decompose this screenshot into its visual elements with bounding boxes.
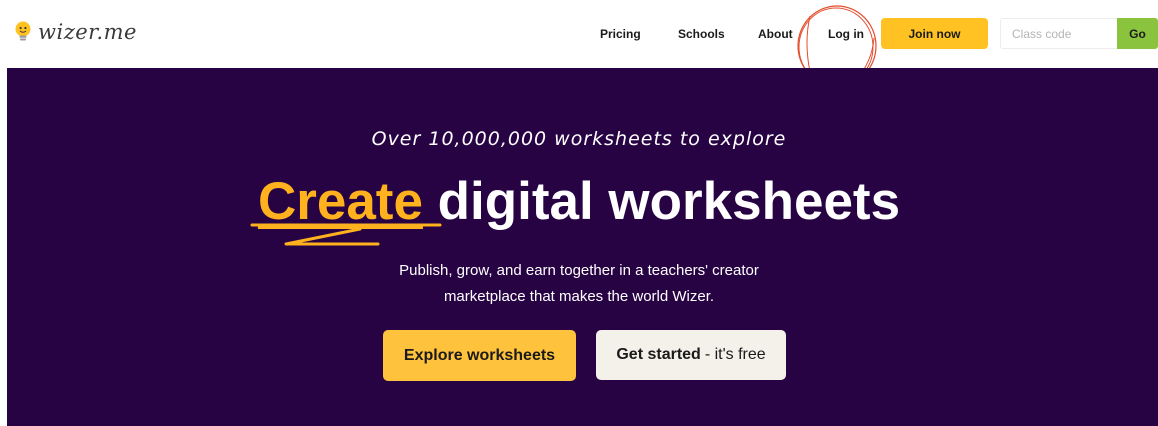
- hero-subtitle-line-1: Publish, grow, and earn together in a te…: [399, 262, 759, 279]
- top-navigation-bar: wizer.me Pricing Schools About Log in Jo…: [0, 0, 1158, 68]
- logo-text: wizer.me: [38, 20, 137, 44]
- get-started-bold-label: Get started: [616, 346, 701, 363]
- hero-headline: Create digital worksheets: [0, 171, 1158, 232]
- join-now-button[interactable]: Join now: [881, 18, 988, 49]
- hero-eyebrow: Over 10,000,000 worksheets to explore: [371, 128, 787, 150]
- scribble-underline-decoration: [250, 223, 442, 246]
- logo[interactable]: wizer.me: [14, 20, 137, 44]
- nav-log-in[interactable]: Log in: [828, 27, 864, 41]
- headline-rest: digital worksheets: [437, 172, 901, 231]
- get-started-free-label: - it's free: [704, 346, 766, 363]
- hero-subtitle-line-2: marketplace that makes the world Wizer.: [443, 288, 715, 305]
- class-code-input[interactable]: [1000, 18, 1117, 49]
- go-button[interactable]: Go: [1117, 18, 1158, 49]
- nav-schools[interactable]: Schools: [678, 27, 725, 41]
- lightbulb-icon: [15, 21, 31, 41]
- explore-worksheets-button[interactable]: Explore worksheets: [383, 330, 576, 381]
- nav-about[interactable]: About: [758, 27, 793, 41]
- nav-pricing[interactable]: Pricing: [600, 27, 641, 41]
- hero-section: [7, 68, 1158, 426]
- get-started-button[interactable]: Get started - it's free: [596, 330, 786, 380]
